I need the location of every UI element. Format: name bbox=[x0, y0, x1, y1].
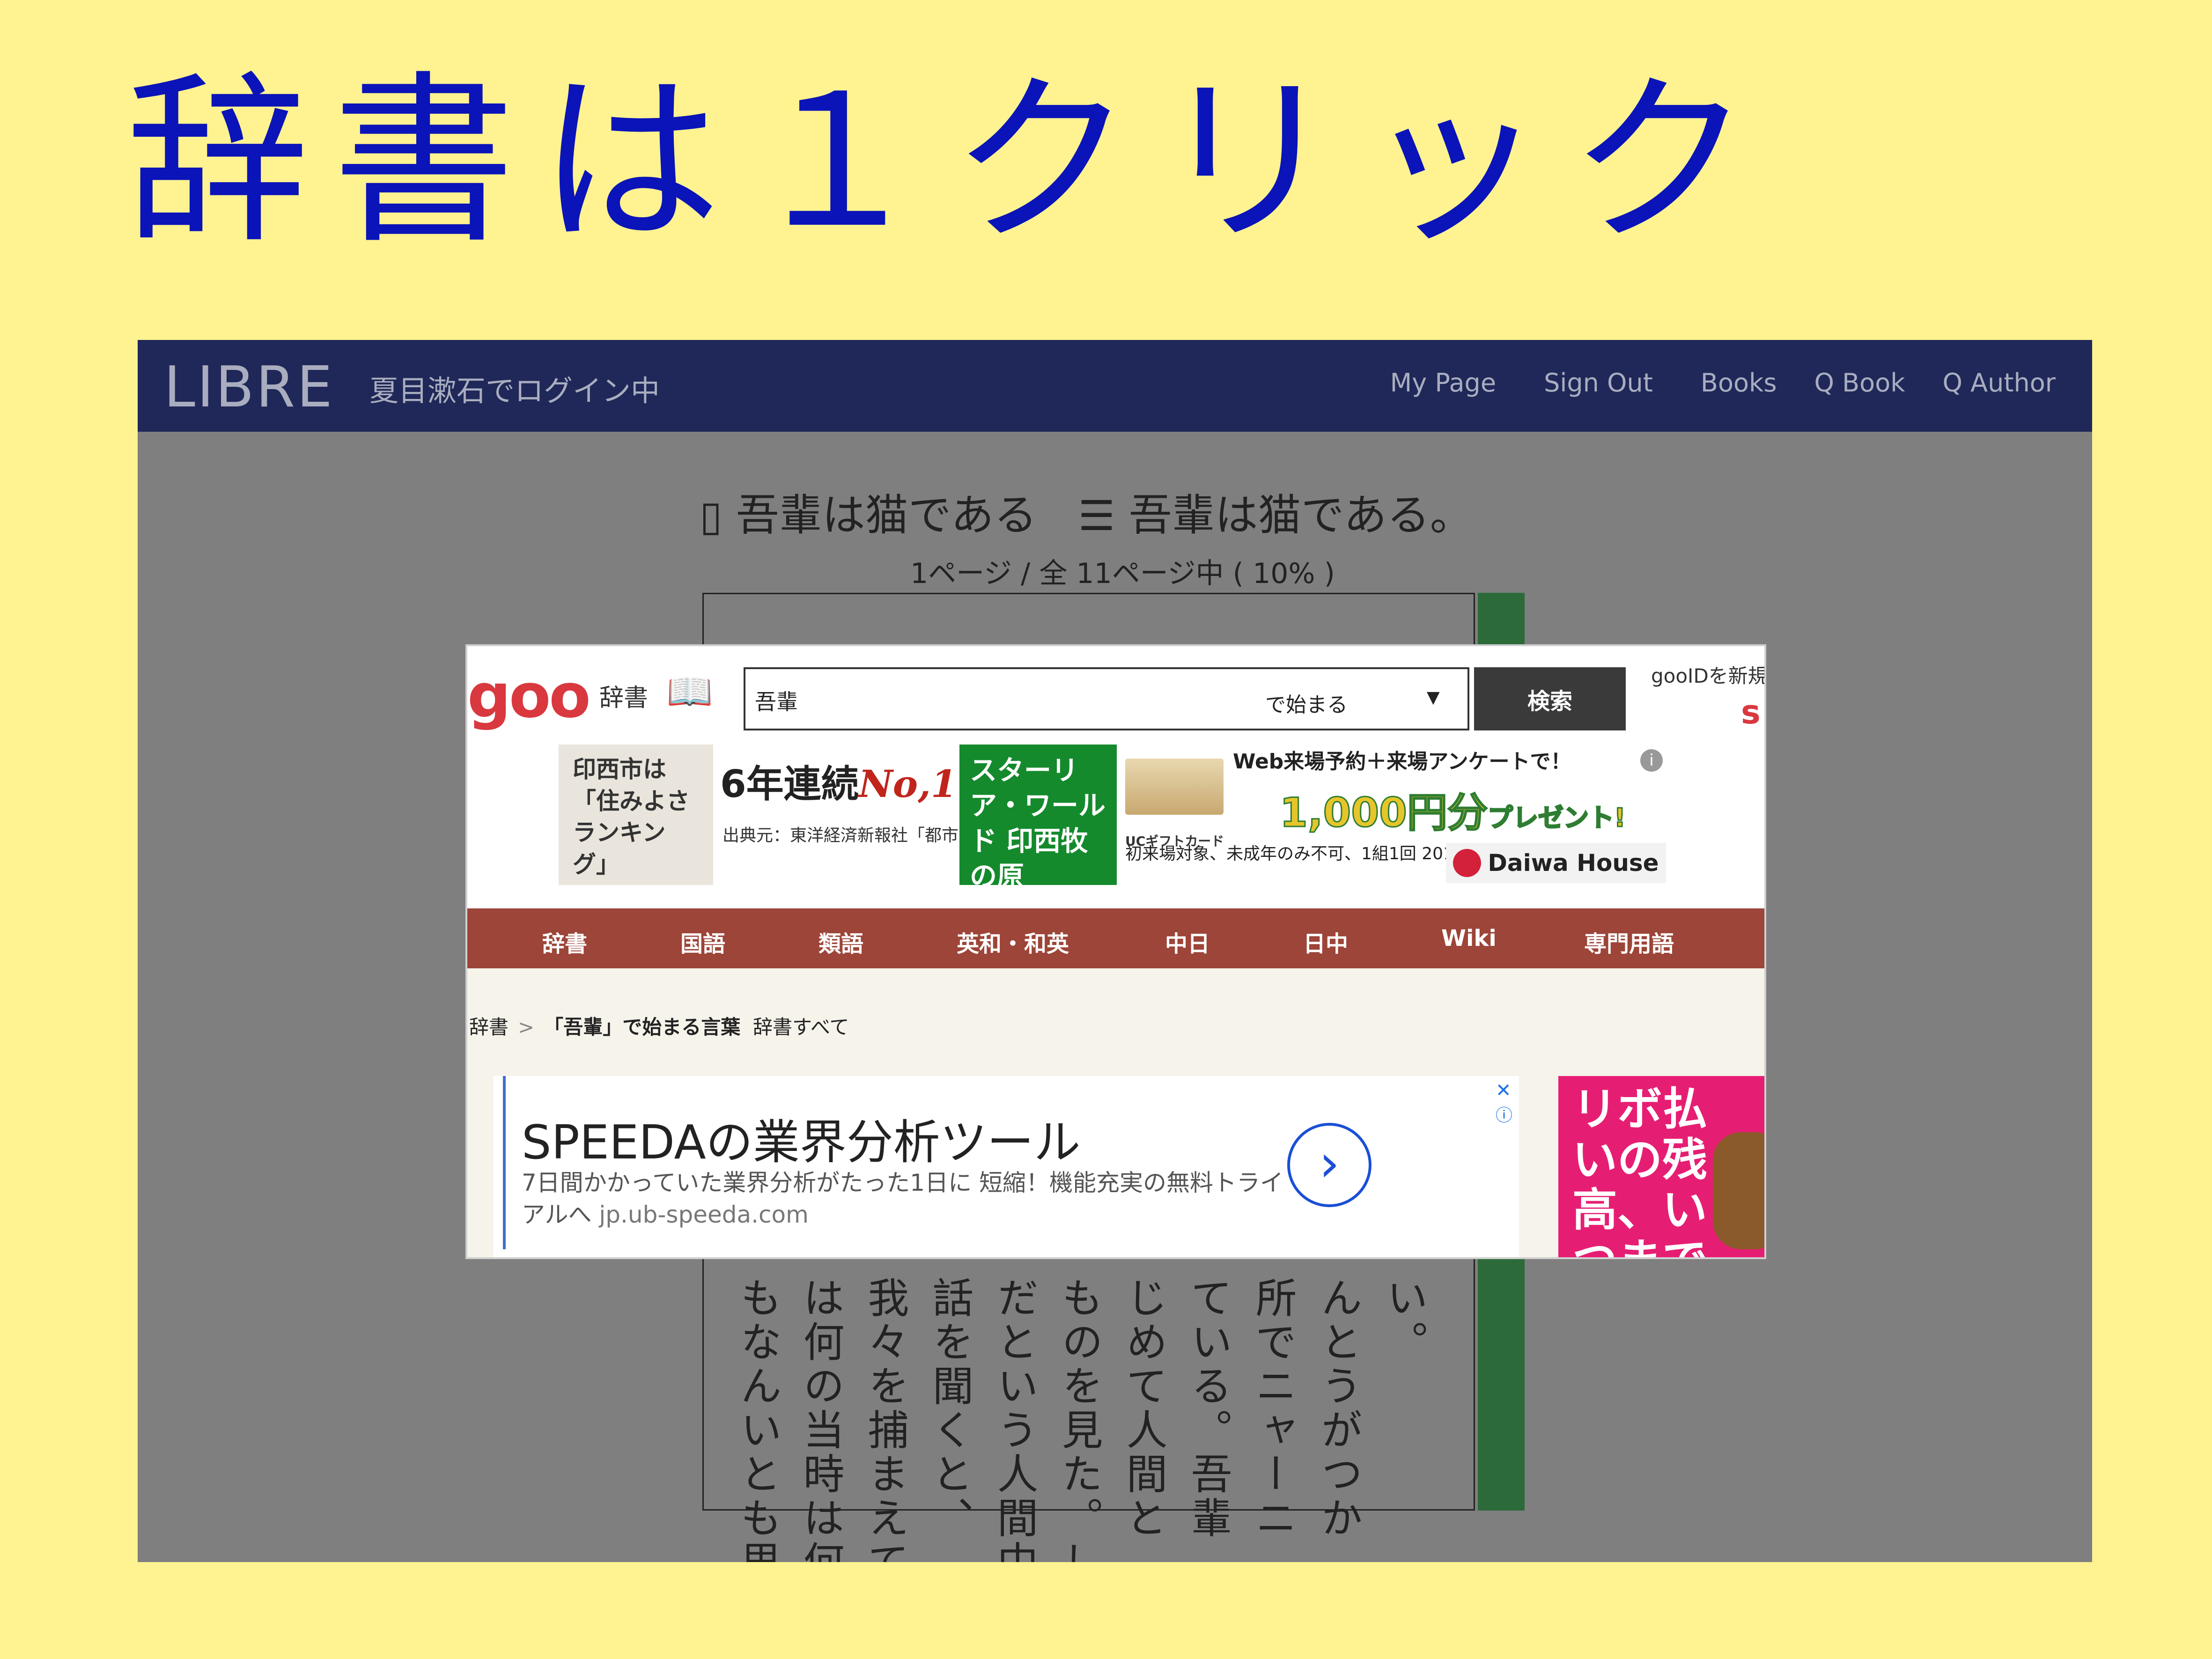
text-column: 話を聞くと、 bbox=[926, 1276, 974, 1541]
nav-my-page[interactable]: My Page bbox=[1390, 368, 1496, 398]
dict-label[interactable]: 辞書 bbox=[599, 678, 648, 713]
banner-amount: 1,000円分プレゼント! bbox=[1279, 789, 1626, 837]
gift-card-image bbox=[1125, 759, 1224, 815]
side-ad[interactable]: リボ払いの残高、いつまで bbox=[1558, 1076, 1764, 1257]
ad-title[interactable]: SPEEDAの業界分析ツール bbox=[522, 1104, 1081, 1172]
book-heading: ▯ 吾輩は猫である ☰ 吾輩は猫である。 bbox=[700, 480, 1542, 543]
nav-search-author[interactable]: Q Author bbox=[1943, 368, 2056, 398]
libre-logo[interactable]: LIBRE bbox=[164, 355, 334, 420]
slide-title: 辞書は１クリック bbox=[126, 55, 1775, 268]
gooid-register-link[interactable]: gooIDを新規 bbox=[1651, 660, 1764, 689]
text-column: じめて人間と bbox=[1120, 1276, 1168, 1541]
login-status: 夏目漱石でログイン中 bbox=[369, 374, 660, 408]
dictionary-book-icon: 📖 bbox=[666, 670, 713, 713]
ad-choices-icon[interactable]: i bbox=[1640, 749, 1663, 772]
text-column: 所でニャーニ bbox=[1249, 1276, 1297, 1541]
banner-promo: Web来場予約＋来場アンケートで！ bbox=[1233, 750, 1571, 774]
breadcrumb-root[interactable]: 辞書 bbox=[469, 1016, 509, 1039]
banner-brand: Daiwa House bbox=[1446, 843, 1666, 883]
breadcrumb-current: 「吾輩」で始まる言葉 bbox=[544, 1016, 741, 1039]
tab-chinese-japanese[interactable]: 中日 bbox=[1165, 925, 1210, 958]
goo-header: goo 辞書 📖 吾輩 で始まる ▼ 検索 gooIDを新規 s bbox=[467, 646, 1764, 735]
text-column: だという人間中で一 bbox=[990, 1276, 1039, 1562]
text-column: は何の当時は何 bbox=[796, 1276, 845, 1562]
text-column: ている。吾輩 bbox=[1184, 1276, 1232, 1541]
goo-logo[interactable]: goo bbox=[467, 660, 591, 731]
nav-search-book[interactable]: Q Book bbox=[1814, 368, 1905, 398]
search-field[interactable]: 吾輩 で始まる ▼ bbox=[744, 667, 1469, 730]
breadcrumb-scope: 辞書すべて bbox=[752, 1016, 849, 1039]
ad-accent-bar bbox=[503, 1076, 506, 1249]
chevron-right-icon[interactable]: › bbox=[1287, 1123, 1371, 1207]
info-icon[interactable]: ⓘ bbox=[1496, 1102, 1512, 1126]
vertical-text: い。 んとうがつか 所でニャーニ ている。吾輩 じめて人間と ものを見た。しか … bbox=[734, 1276, 1467, 1562]
ad-url[interactable]: jp.ub-speeda.com bbox=[599, 1201, 808, 1228]
tab-japanese[interactable]: 国語 bbox=[680, 925, 725, 958]
category-nav: 辞書 国語 類語 英和・和英 中日 日中 Wiki 専門用語 bbox=[467, 908, 1764, 968]
text-column: 我々を捕まえて煮に bbox=[861, 1276, 909, 1562]
text-column: んとうがつか bbox=[1314, 1276, 1363, 1541]
text-column: ものを見た。しか bbox=[1055, 1276, 1103, 1562]
breadcrumb: 辞書 > 「吾輩」で始まる言葉 辞書すべて bbox=[469, 1016, 849, 1039]
tab-technical-terms[interactable]: 専門用語 bbox=[1584, 925, 1674, 958]
nav-books[interactable]: Books bbox=[1701, 368, 1777, 398]
chevron-down-icon[interactable]: ▼ bbox=[1427, 688, 1440, 707]
nav-links: My Page Sign Out Books Q Book Q Author bbox=[1342, 368, 2056, 398]
banner-ad[interactable]: 印西市は「住みよさランキング」 6年連続No,1 出典元：東洋経済新報社「都市デ… bbox=[559, 745, 1673, 892]
daiwa-logo-icon bbox=[1453, 849, 1482, 877]
tab-thesaurus[interactable]: 類語 bbox=[818, 925, 863, 958]
text-column: い。 bbox=[1380, 1276, 1428, 1364]
navbar: LIBRE 夏目漱石でログイン中 My Page Sign Out Books … bbox=[138, 340, 2092, 432]
tab-dictionary[interactable]: 辞書 bbox=[542, 925, 587, 958]
book-title[interactable]: 吾輩は猫である bbox=[736, 490, 1037, 540]
search-mode-select[interactable]: で始まる bbox=[1265, 688, 1348, 718]
nav-sign-out[interactable]: Sign Out bbox=[1544, 368, 1653, 398]
banner-city-text: 印西市は「住みよさランキング」 bbox=[559, 745, 713, 885]
banner-green-box: スターリア・ワールド 印西牧の原 bbox=[959, 745, 1117, 892]
banner-award: 6年連続No,1 bbox=[720, 762, 957, 806]
list-icon: ☰ bbox=[1078, 492, 1115, 540]
book-icon: ▯ bbox=[700, 492, 723, 540]
tab-japanese-chinese[interactable]: 日中 bbox=[1303, 925, 1348, 958]
text-column: もなんいとも思わ bbox=[734, 1276, 782, 1562]
goo-mark-icon: s bbox=[1741, 693, 1761, 731]
search-button[interactable]: 検索 bbox=[1474, 667, 1626, 730]
tab-english[interactable]: 英和・和英 bbox=[957, 925, 1069, 958]
tab-wiki[interactable]: Wiki bbox=[1441, 925, 1497, 951]
text-ad[interactable]: SPEEDAの業界分析ツール 7日間かかっていた業界分析がたった1日に 短縮！機… bbox=[494, 1076, 1519, 1257]
page-progress: 1ページ / 全 11ページ中 ( 10% ) bbox=[910, 557, 1335, 590]
chapter-title[interactable]: 吾輩は猫である。 bbox=[1129, 490, 1473, 540]
search-input[interactable]: 吾輩 bbox=[755, 685, 798, 716]
ad-character-image bbox=[1713, 1132, 1764, 1249]
close-icon[interactable]: ✕ bbox=[1496, 1080, 1512, 1101]
goo-dictionary-popup: goo 辞書 📖 吾輩 で始まる ▼ 検索 gooIDを新規 s 印西市は「住み… bbox=[467, 646, 1764, 1257]
ad-description: 7日間かかっていた業界分析がたった1日に 短縮！機能充実の無料トライアルへ jp… bbox=[522, 1169, 1284, 1228]
